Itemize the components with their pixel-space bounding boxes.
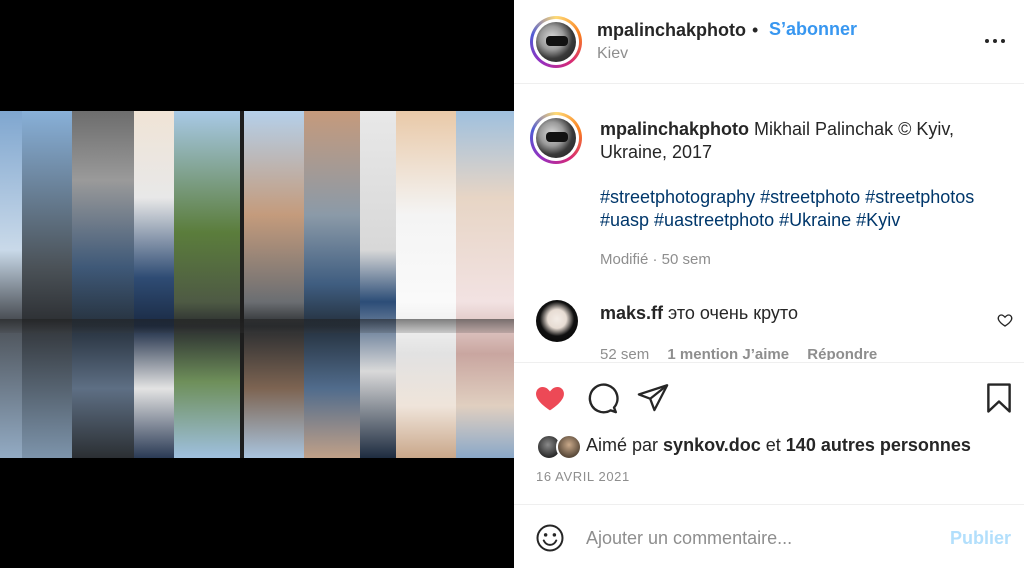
comment-username[interactable]: maks.ff	[600, 303, 663, 323]
comment-time: 52 sem	[600, 346, 650, 360]
liker-avatar[interactable]	[556, 434, 582, 460]
follow-button[interactable]: S’abonner	[769, 19, 857, 40]
comment-reply-button[interactable]: Répondre	[807, 346, 877, 360]
post-media	[0, 0, 514, 568]
likes-conjunction: et	[765, 435, 781, 455]
likes-others[interactable]: 140 autres personnes	[786, 435, 971, 455]
caption-text: mpalinchakphoto Mikhail Palinchak © Kyiv…	[600, 118, 1000, 164]
post-photo[interactable]	[0, 111, 514, 458]
post-date: 16 AVRIL 2021	[536, 469, 630, 484]
bookmark-icon[interactable]	[982, 381, 1016, 415]
caption-hashtags[interactable]: #streetphotography #streetphoto #streetp…	[600, 186, 1010, 232]
comment-body: это очень круто	[668, 303, 798, 323]
author-username[interactable]: mpalinchakphoto	[597, 20, 746, 41]
caption-username[interactable]: mpalinchakphoto	[600, 119, 749, 139]
comment-text: maks.ff это очень круто	[600, 303, 798, 324]
likes-prefix: Aimé par	[586, 435, 659, 455]
comments-section: mpalinchakphoto Mikhail Palinchak © Kyiv…	[514, 84, 1024, 360]
post-header: mpalinchakphoto • S’abonner Kiev	[514, 0, 1024, 84]
comment-heart-icon[interactable]	[997, 312, 1013, 328]
more-icon[interactable]	[982, 28, 1008, 54]
emoji-icon[interactable]	[535, 523, 565, 553]
separator-dot: •	[752, 20, 759, 40]
caption-edited: Modifié · 50 sem	[600, 251, 711, 268]
post-location[interactable]: Kiev	[597, 45, 628, 63]
commenter-avatar[interactable]	[536, 300, 578, 342]
publish-button[interactable]: Publier	[950, 528, 1011, 549]
comment-icon[interactable]	[585, 381, 619, 415]
comment-likes[interactable]: 1 mention J’aime	[667, 346, 789, 360]
likes-text: Aimé par synkov.doc et 140 autres person…	[586, 435, 971, 456]
author-avatar[interactable]	[530, 16, 582, 68]
comment-input[interactable]	[586, 523, 946, 553]
likes-summary: Aimé par synkov.doc et 140 autres person…	[536, 433, 1016, 461]
share-icon[interactable]	[636, 381, 670, 415]
liker-username[interactable]: synkov.doc	[663, 435, 761, 455]
heart-icon[interactable]	[533, 381, 567, 415]
add-comment-bar: Publier	[514, 504, 1024, 568]
caption-avatar[interactable]	[530, 112, 582, 164]
post-side-panel: mpalinchakphoto • S’abonner Kiev mpalinc…	[514, 0, 1024, 568]
comment-meta: 52 sem 1 mention J’aime Répondre	[600, 346, 891, 360]
action-bar: Aimé par synkov.doc et 140 autres person…	[514, 362, 1024, 504]
